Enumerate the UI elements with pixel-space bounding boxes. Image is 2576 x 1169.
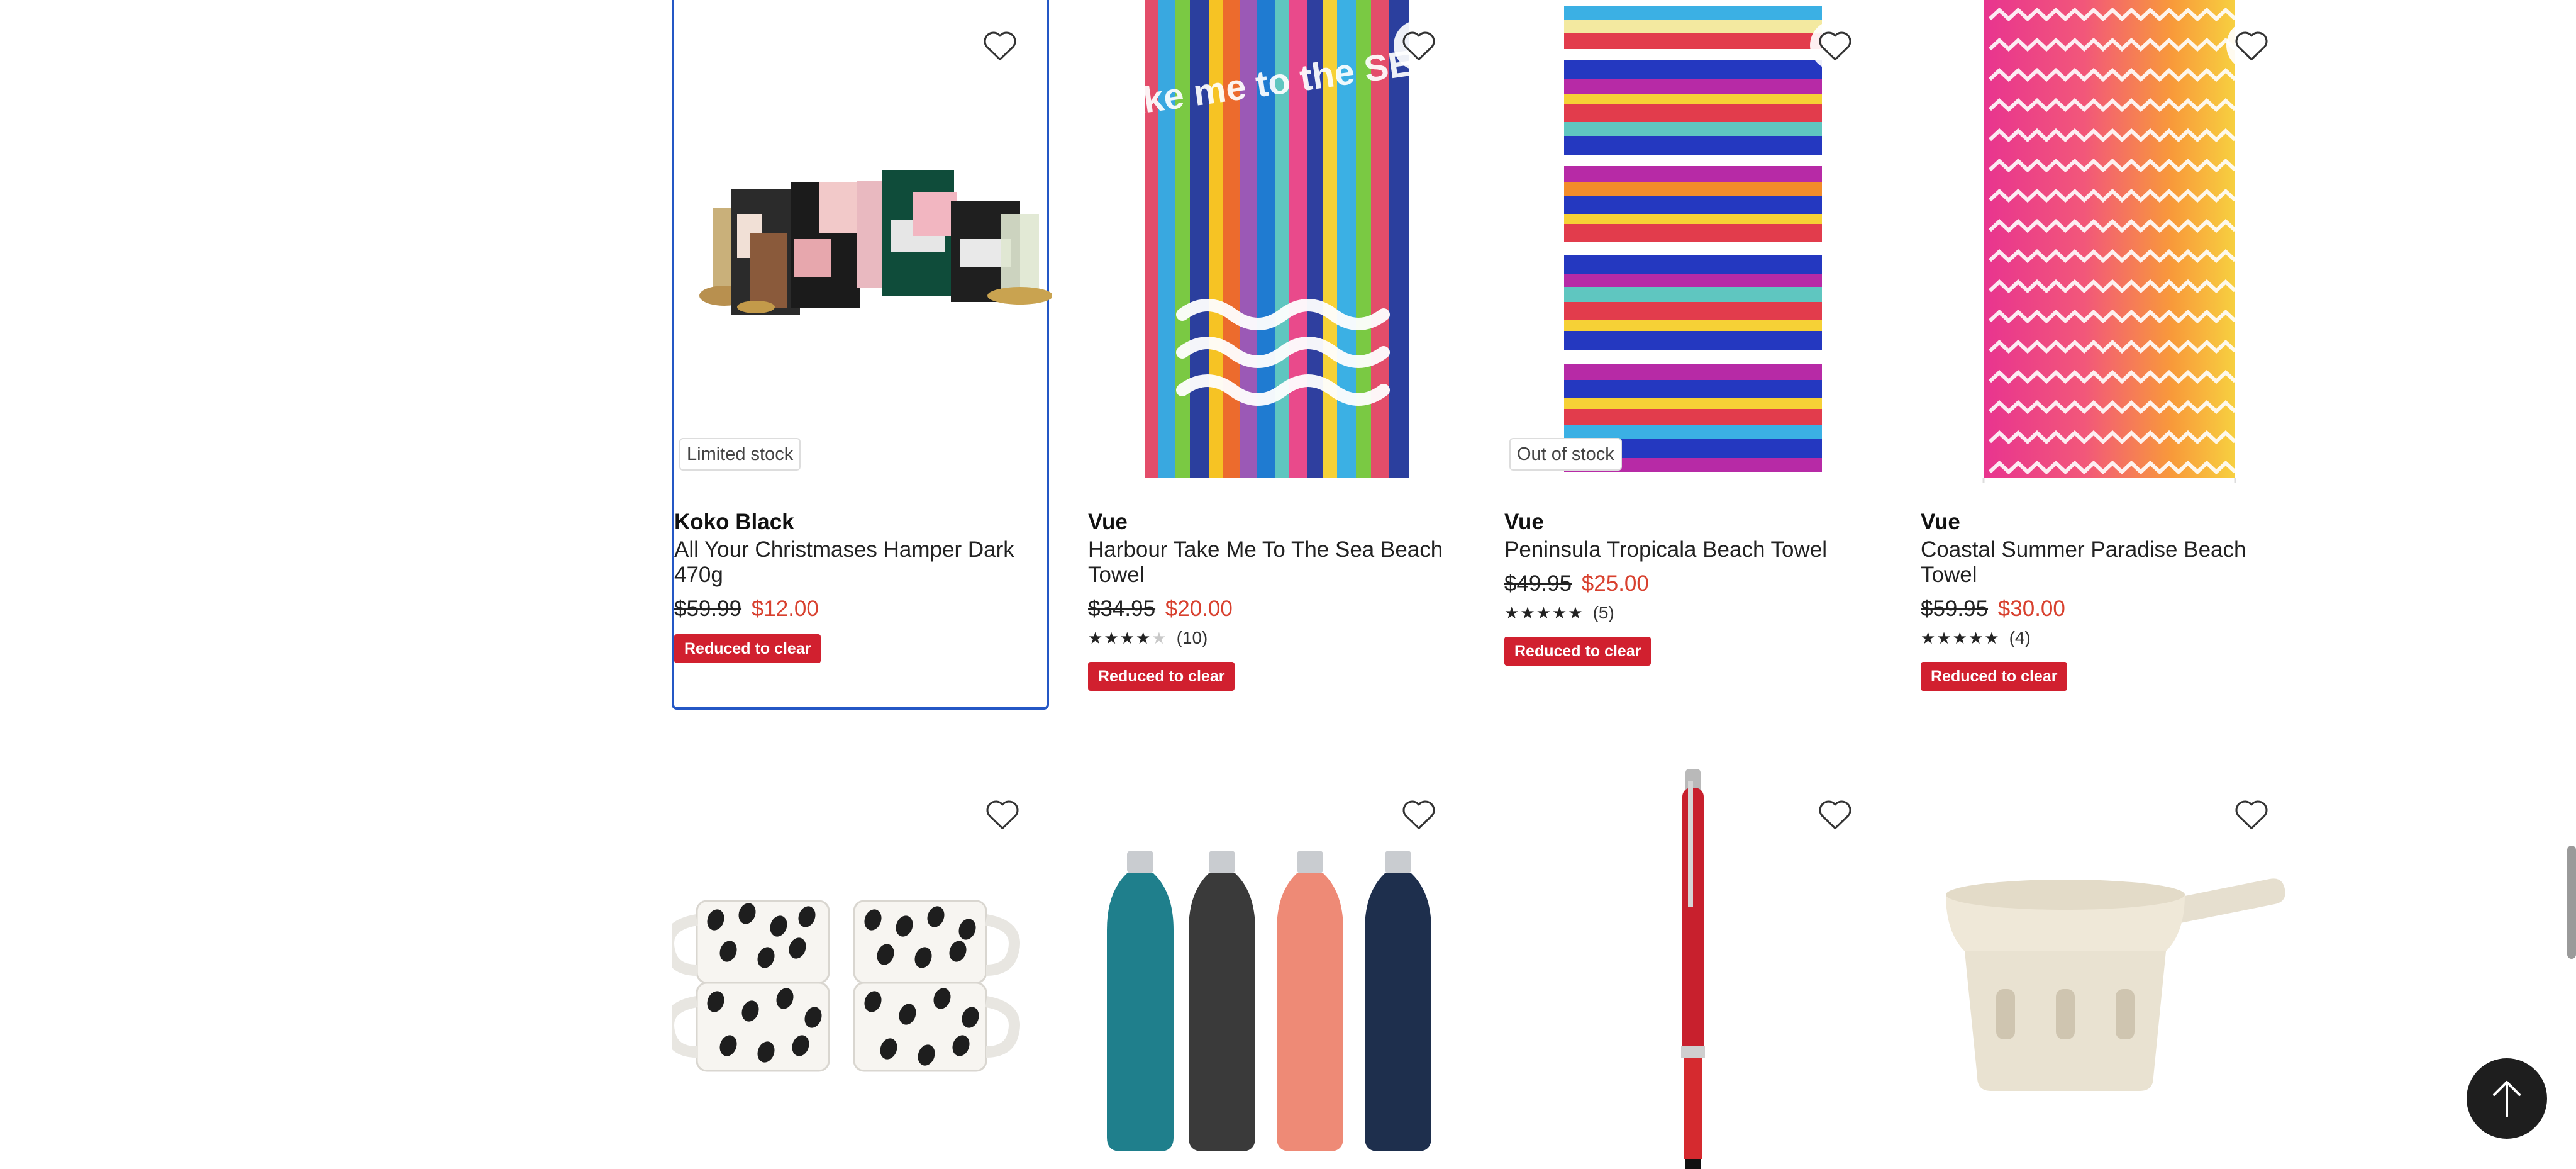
product-brand[interactable]: Vue <box>1088 508 1465 536</box>
product-name[interactable]: Harbour Take Me To The Sea Beach Towel <box>1088 537 1465 588</box>
product-brand[interactable]: Vue <box>1921 508 2298 536</box>
promo-badge: Reduced to clear <box>1921 662 2068 691</box>
review-count: (4) <box>2009 628 2031 647</box>
product-brand[interactable]: Vue <box>1504 508 1882 536</box>
product-prices: $59.95 $30.00 <box>1921 595 2298 623</box>
product-card-fondue-set[interactable] <box>1921 769 2298 1169</box>
product-name[interactable]: All Your Christmases Hamper Dark 470g <box>674 537 1052 588</box>
review-count: (10) <box>1176 628 1208 647</box>
product-card-harbour-towel[interactable]: take me to the SEA Vue Harbour Take Me T… <box>1088 0 1465 710</box>
star-rating-icon: ★ ★ ★ ★ ★ <box>1504 603 1583 622</box>
product-name[interactable]: Peninsula Tropicala Beach Towel <box>1504 537 1882 562</box>
product-card-coastal-towel[interactable]: Vue Coastal Summer Paradise Beach Towel … <box>1921 0 2298 710</box>
promo-badge: Reduced to clear <box>674 634 821 663</box>
product-card-fountain-pen[interactable] <box>1504 769 1882 1169</box>
product-card-spotted-mugs[interactable] <box>672 769 1049 1169</box>
was-price: $59.95 <box>1921 596 1989 621</box>
product-name[interactable]: Coastal Summer Paradise Beach Towel <box>1921 537 2298 588</box>
product-prices: $59.99 $12.00 <box>674 595 1052 623</box>
star-rating-icon: ★ ★ ★ ★ ★ <box>1921 629 1999 647</box>
favourite-heart-icon[interactable] <box>1394 20 1444 70</box>
product-image[interactable] <box>1504 0 1882 484</box>
product-rating[interactable]: ★ ★ ★ ★ ★ (5) <box>1504 600 1882 625</box>
product-image[interactable] <box>674 0 1052 484</box>
favourite-heart-icon[interactable] <box>1394 789 1444 839</box>
product-prices: $34.95 $20.00 <box>1088 595 1465 623</box>
product-card-peninsula-towel[interactable]: Out of stock Vue Peninsula Tropicala Bea… <box>1504 0 1882 710</box>
review-count: (5) <box>1592 603 1614 622</box>
was-price: $49.95 <box>1504 571 1572 596</box>
favourite-heart-icon[interactable] <box>2226 20 2277 70</box>
promo-badge: Reduced to clear <box>1088 662 1235 691</box>
back-to-top-button[interactable] <box>2467 1058 2547 1139</box>
stock-status-label: Out of stock <box>1509 438 1622 471</box>
product-brand[interactable]: Koko Black <box>674 508 1052 536</box>
product-card-water-bottles[interactable] <box>1088 769 1465 1169</box>
sale-price: $20.00 <box>1165 596 1233 621</box>
stock-status-label: Limited stock <box>679 438 801 471</box>
sale-price: $30.00 <box>1997 596 2065 621</box>
star-rating-icon: ★ ★ ★ ★ ★ <box>1088 629 1167 647</box>
product-rating[interactable]: ★ ★ ★ ★ ★ (4) <box>1921 625 2298 651</box>
product-rating[interactable]: ★ ★ ★ ★ ★ (10) <box>1088 625 1465 651</box>
favourite-heart-icon[interactable] <box>977 789 1028 839</box>
was-price: $34.95 <box>1088 596 1156 621</box>
favourite-heart-icon[interactable] <box>975 20 1025 70</box>
was-price: $59.99 <box>674 596 742 621</box>
sale-price: $12.00 <box>751 596 819 621</box>
arrow-up-icon <box>2493 1081 2521 1117</box>
favourite-heart-icon[interactable] <box>2226 789 2277 839</box>
product-card-koko-black-hamper[interactable]: Limited stock Koko Black All Your Christ… <box>672 0 1052 710</box>
sale-price: $25.00 <box>1581 571 1649 596</box>
product-image[interactable]: take me to the SEA <box>1088 0 1465 484</box>
product-prices: $49.95 $25.00 <box>1504 570 1882 598</box>
favourite-heart-icon[interactable] <box>1810 789 1860 839</box>
product-image[interactable] <box>1921 0 2298 484</box>
page-scrollbar-thumb[interactable] <box>2567 846 2576 959</box>
promo-badge: Reduced to clear <box>1504 637 1652 666</box>
favourite-heart-icon[interactable] <box>1810 20 1860 70</box>
